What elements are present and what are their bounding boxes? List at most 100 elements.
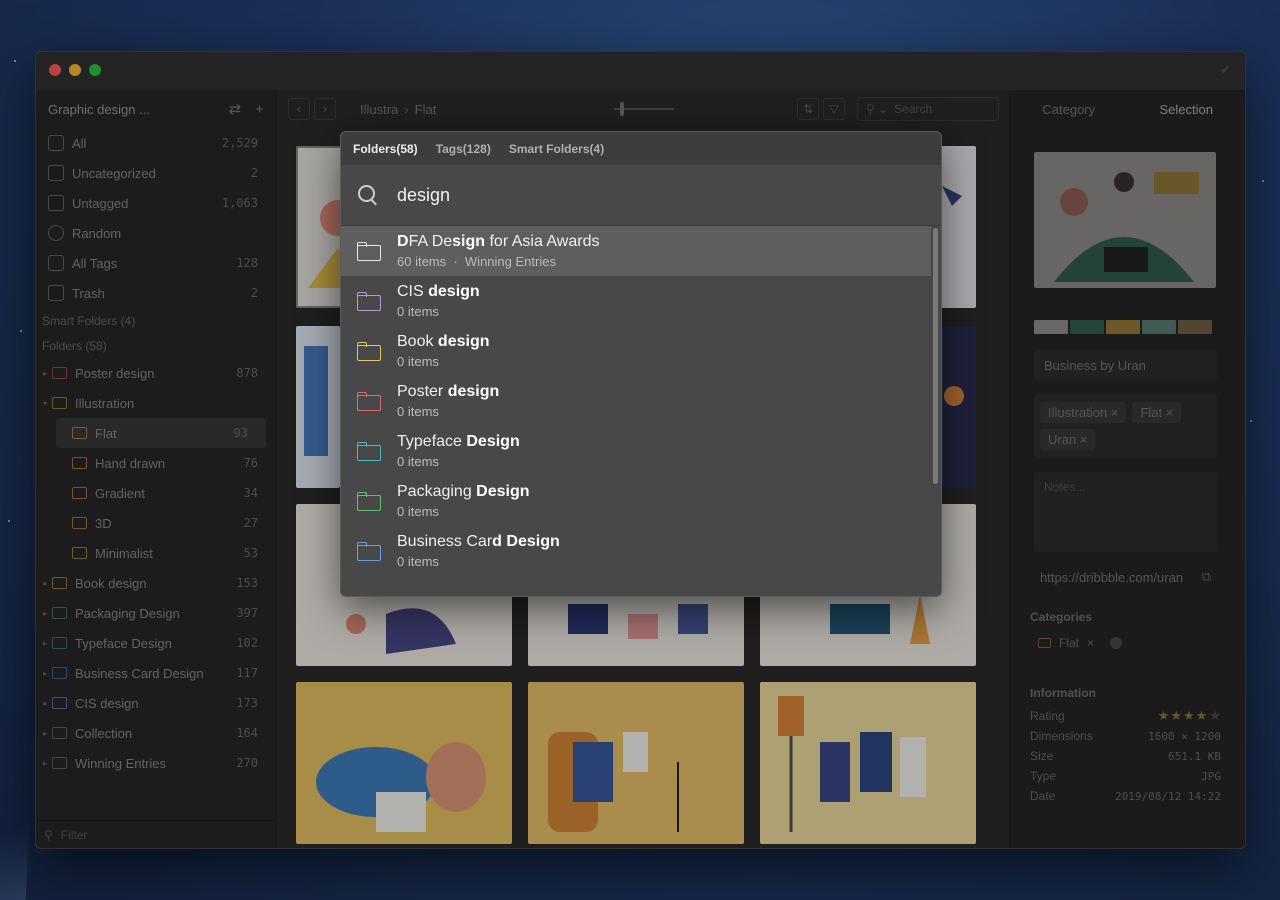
popup-search-input[interactable] <box>397 184 897 206</box>
folder-item[interactable]: ▾ Illustration <box>36 388 276 418</box>
color-swatch[interactable] <box>1178 320 1212 334</box>
remove-tag-icon[interactable]: × <box>1080 432 1088 447</box>
breadcrumb-current[interactable]: Flat <box>415 102 437 117</box>
folder-item[interactable]: Minimalist 53 <box>36 538 276 568</box>
tab-folders[interactable]: Folders(58) <box>353 142 418 156</box>
tab-selection[interactable]: Selection <box>1128 102 1246 117</box>
smart-folders-label[interactable]: Smart Folders (4) <box>36 308 276 333</box>
search-result-item[interactable]: Typeface Design 0 items <box>341 426 941 476</box>
remove-tag-icon[interactable]: × <box>1166 405 1174 420</box>
filter-bar[interactable]: ⚲ Filter <box>36 820 276 848</box>
result-name: CIS design <box>397 283 480 301</box>
pin-icon[interactable]: ✔ <box>1220 62 1231 78</box>
back-button[interactable]: ‹ <box>288 98 310 120</box>
folder-item[interactable]: Hand drawn 76 <box>36 448 276 478</box>
rating-star-empty[interactable]: ★ <box>1209 708 1221 724</box>
url-field[interactable]: https://dribbble.com/uran ⧉ <box>1034 564 1217 590</box>
folder-item[interactable]: ▸ CIS design 173 <box>36 688 276 718</box>
tag-chip[interactable]: Illustration × <box>1040 402 1127 423</box>
tab-tags[interactable]: Tags(128) <box>436 142 491 156</box>
remove-category-icon[interactable]: × <box>1087 636 1094 650</box>
folders-label[interactable]: Folders (58) <box>36 333 276 358</box>
grid-thumbnail[interactable] <box>760 682 976 844</box>
chevron-right-icon[interactable]: ▸ <box>38 729 52 738</box>
notes-field[interactable]: Notes... <box>1034 472 1217 552</box>
grid-thumbnail[interactable] <box>528 682 744 844</box>
folder-item[interactable]: ▸ Collection 164 <box>36 718 276 748</box>
folder-icon <box>52 727 67 739</box>
folder-item[interactable]: ▸ Typeface Design 102 <box>36 628 276 658</box>
breadcrumb-parent[interactable]: Illustra <box>360 102 398 117</box>
search-result-item[interactable]: DFA Design for Asia Awards 60 items · Win… <box>341 226 931 276</box>
sort-order-button[interactable]: ⇅ <box>797 98 819 120</box>
chevron-right-icon[interactable]: ▸ <box>38 369 52 378</box>
minimize-window-button[interactable] <box>69 64 81 76</box>
chevron-down-icon[interactable]: ▾ <box>38 399 52 408</box>
date-value: 2019/08/12 14:22 <box>1115 789 1221 803</box>
remove-tag-icon[interactable]: × <box>1111 405 1119 420</box>
image-preview[interactable] <box>1034 152 1216 288</box>
uncategorized-icon <box>48 165 64 181</box>
search-result-item[interactable]: CIS design 0 items <box>341 276 941 326</box>
sidebar-item-random[interactable]: Random <box>36 218 276 248</box>
category-name[interactable]: Flat <box>1059 636 1079 650</box>
tab-category[interactable]: Category <box>1010 102 1128 117</box>
zoom-slider-knob[interactable] <box>620 102 625 116</box>
sidebar-item-uncategorized[interactable]: Uncategorized 2 <box>36 158 276 188</box>
close-window-button[interactable] <box>49 64 61 76</box>
forward-button[interactable]: › <box>314 98 336 120</box>
chevron-right-icon[interactable]: ▸ <box>38 699 52 708</box>
color-swatch[interactable] <box>1070 320 1104 334</box>
folder-item[interactable]: ▸ Business Card Design 117 <box>36 658 276 688</box>
chevron-right-icon[interactable]: ▸ <box>38 759 52 768</box>
search-result-item[interactable]: Packaging Design 0 items <box>341 476 941 526</box>
sidebar-item-all-tags[interactable]: All Tags 128 <box>36 248 276 278</box>
color-swatch[interactable] <box>1034 320 1068 334</box>
add-icon[interactable]: + <box>255 101 264 118</box>
tag-chip[interactable]: Flat × <box>1132 402 1182 423</box>
tab-smart-folders[interactable]: Smart Folders(4) <box>509 142 604 156</box>
chevron-right-icon[interactable]: ▸ <box>38 609 52 618</box>
url-text[interactable]: https://dribbble.com/uran <box>1040 570 1202 585</box>
chevron-right-icon[interactable]: ▸ <box>38 579 52 588</box>
zoom-slider[interactable] <box>614 102 675 116</box>
color-swatch[interactable] <box>1142 320 1176 334</box>
folder-item[interactable]: 3D 27 <box>36 508 276 538</box>
sidebar-item-all[interactable]: All 2,529 <box>36 128 276 158</box>
results-scrollbar[interactable] <box>933 228 938 484</box>
library-header[interactable]: Graphic design ... ⇄ + <box>36 90 276 128</box>
folder-item[interactable]: Flat 93 <box>56 418 266 448</box>
folder-item[interactable]: ▸ Poster design 878 <box>36 358 276 388</box>
color-swatch[interactable] <box>1106 320 1140 334</box>
folder-item[interactable]: ▸ Packaging Design 397 <box>36 598 276 628</box>
chevron-right-icon[interactable]: ▸ <box>38 639 52 648</box>
illustration-thumb-image <box>304 346 328 456</box>
search-input[interactable]: ⚲ ⌄ Search <box>857 97 999 121</box>
folder-item[interactable]: Gradient 34 <box>36 478 276 508</box>
search-result-item[interactable]: Poster design 0 items <box>341 376 941 426</box>
zoom-window-button[interactable] <box>89 64 101 76</box>
folder-item[interactable]: ▸ Book design 153 <box>36 568 276 598</box>
title-field[interactable]: Business by Uran <box>1034 350 1217 380</box>
library-name[interactable]: Graphic design ... <box>48 102 215 117</box>
result-name: Packaging Design <box>397 483 530 501</box>
tags-field[interactable]: Illustration × Flat × Uran × <box>1034 394 1217 458</box>
dimensions-label: Dimensions <box>1030 729 1093 743</box>
chevron-right-icon[interactable]: ▸ <box>38 669 52 678</box>
grid-thumbnail[interactable] <box>296 682 512 844</box>
search-result-item[interactable]: Book design 0 items <box>341 326 941 376</box>
search-result-item[interactable]: Business Card Design 0 items <box>341 526 941 576</box>
untagged-icon <box>48 195 64 211</box>
filter-icon[interactable]: ▽ <box>823 98 845 120</box>
grid-thumbnail[interactable] <box>296 326 340 488</box>
filter-input[interactable]: Filter <box>61 828 88 842</box>
sidebar-item-untagged[interactable]: Untagged 1,063 <box>36 188 276 218</box>
sidebar-item-trash[interactable]: Trash 2 <box>36 278 276 308</box>
open-link-icon[interactable]: ⧉ <box>1202 569 1211 585</box>
tag-chip[interactable]: Uran × <box>1040 429 1096 450</box>
sort-icon[interactable]: ⇄ <box>229 100 242 118</box>
folder-item[interactable]: ▸ Winning Entries 270 <box>36 748 276 778</box>
rating-stars[interactable]: ★★★★ <box>1158 708 1209 724</box>
folder-icon <box>52 637 67 649</box>
add-category-icon[interactable] <box>1110 637 1123 649</box>
